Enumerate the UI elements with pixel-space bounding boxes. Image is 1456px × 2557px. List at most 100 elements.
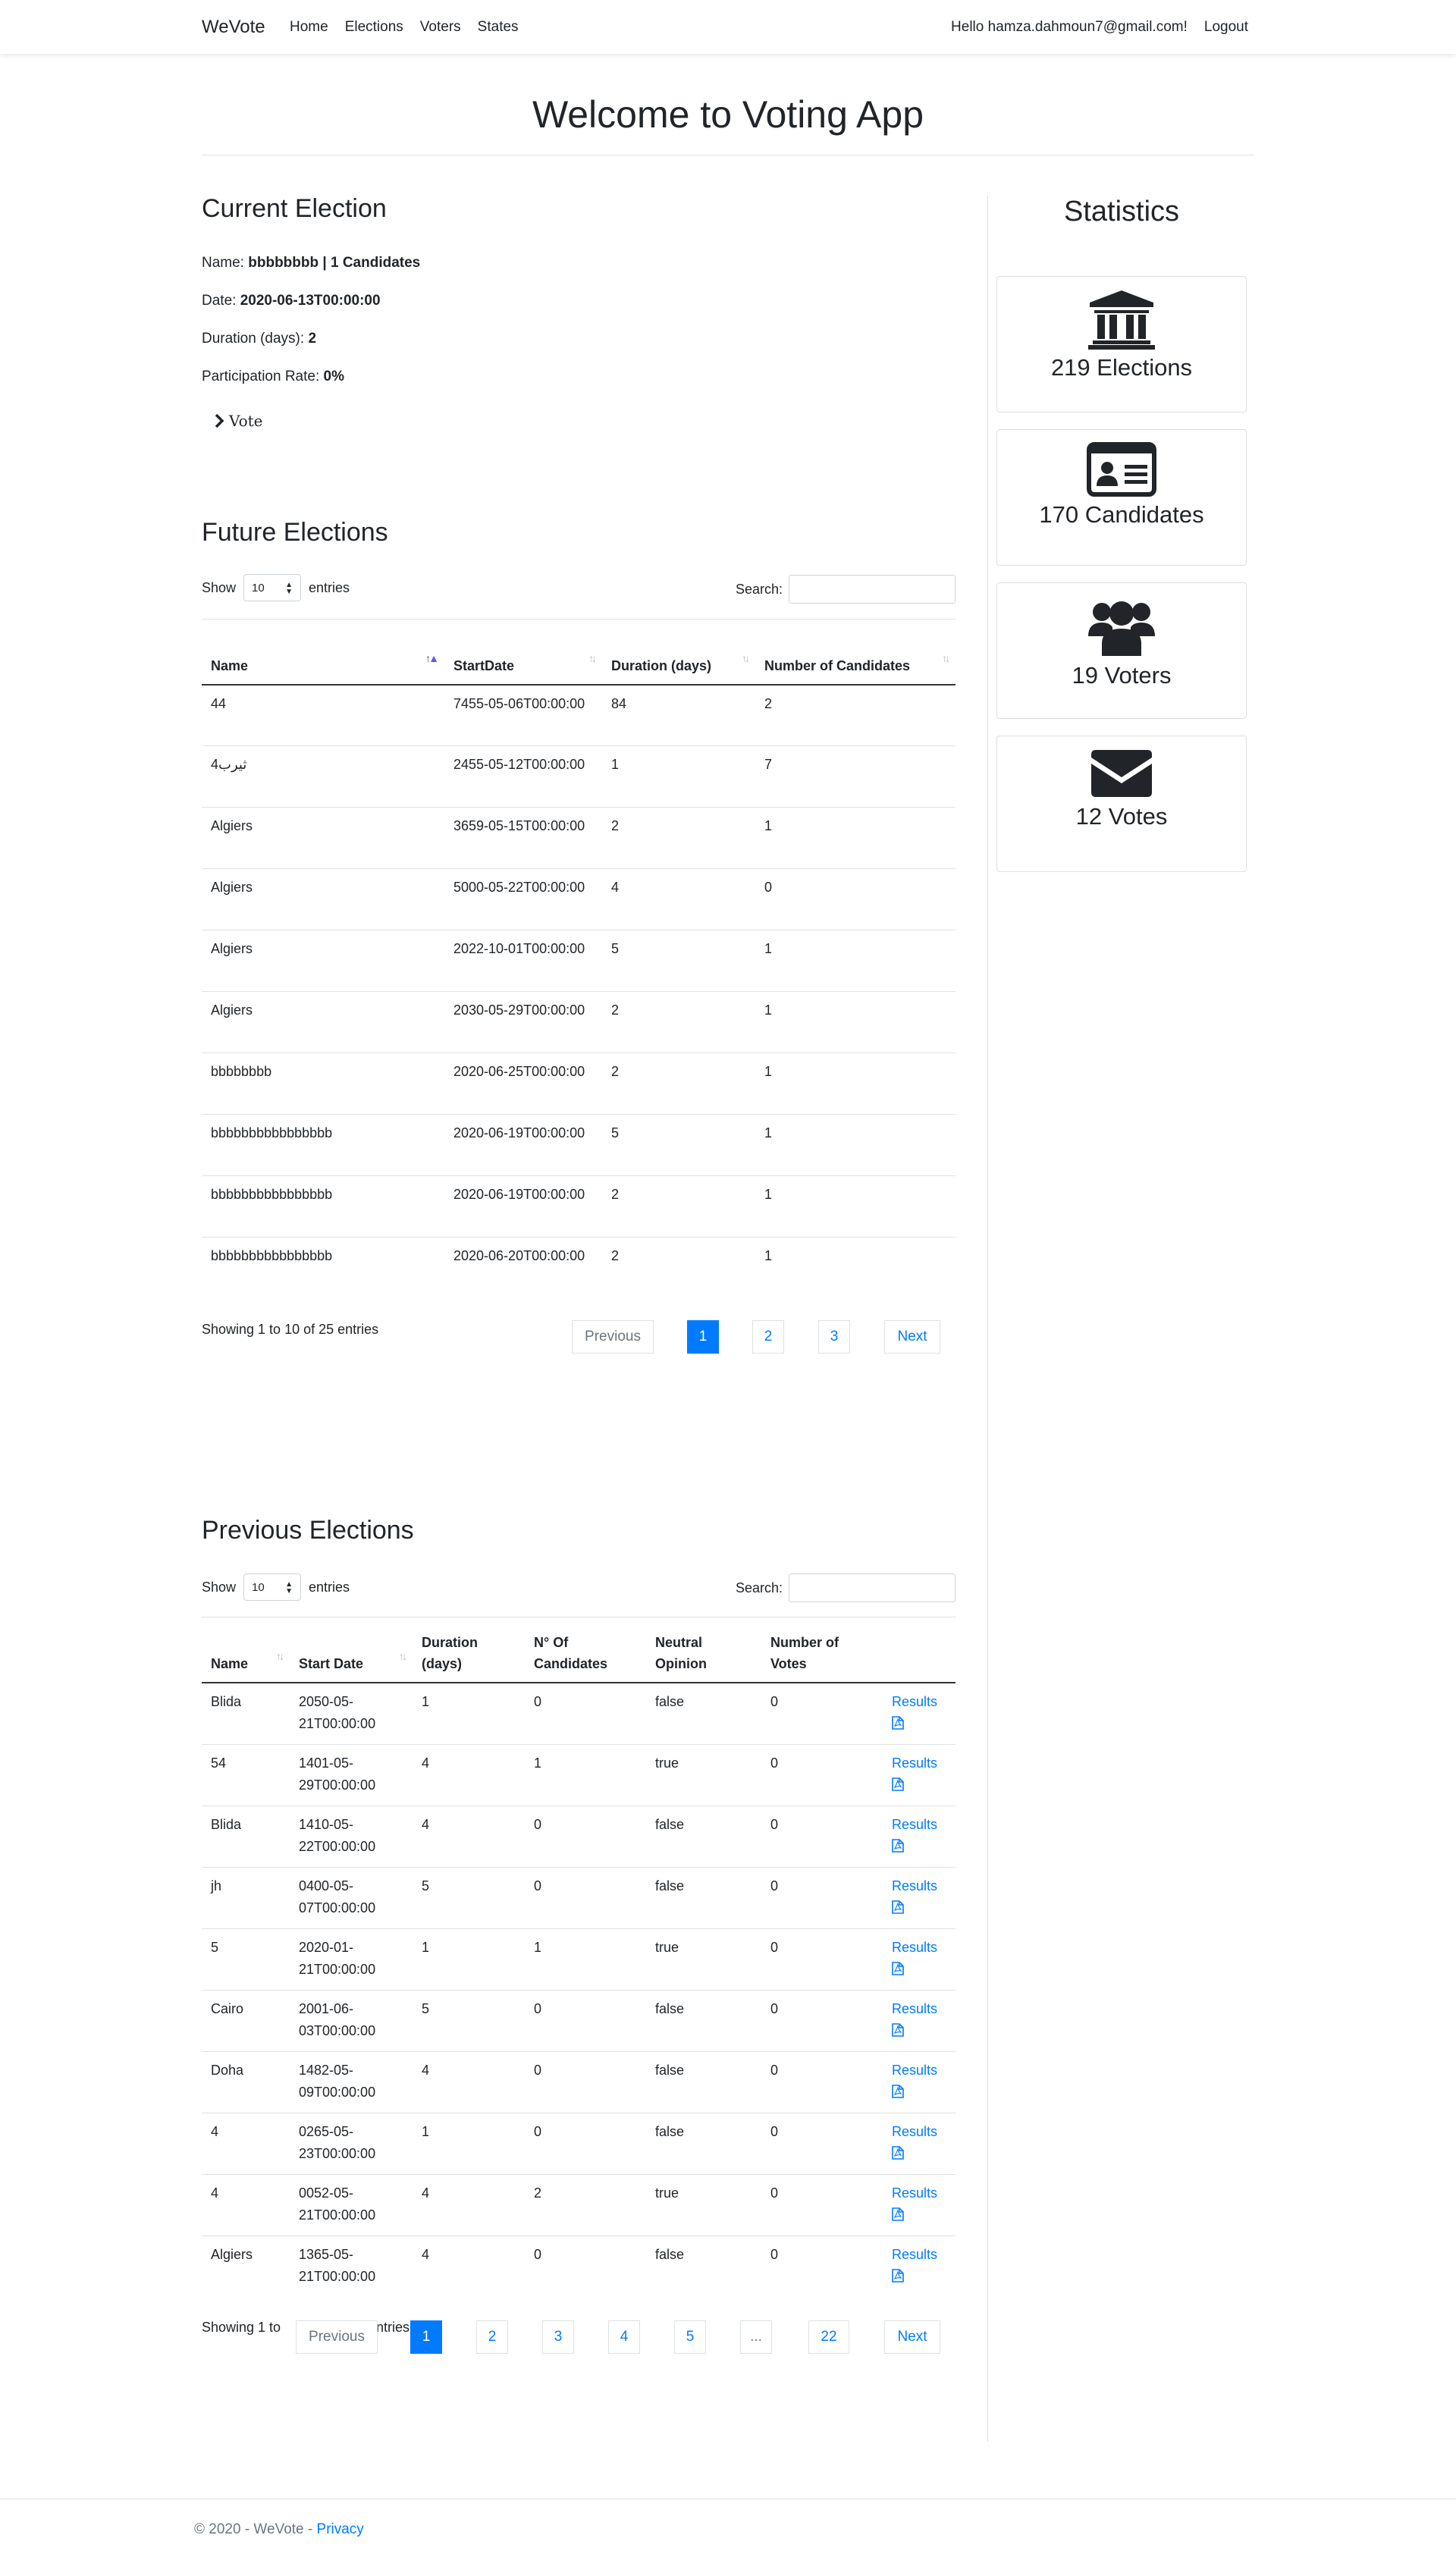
table-row: 5 2020-01-21T00:00:00 1 1 true 0 Results <box>202 1928 956 1990</box>
column-header: Number of Candidates <box>764 657 911 673</box>
pdf-icon[interactable] <box>892 1960 904 1982</box>
results-link[interactable]: Results <box>892 1878 937 1893</box>
previous-search-input[interactable] <box>789 1573 956 1602</box>
previous-elections-heading: Previous Elections <box>202 1516 414 1545</box>
results-link[interactable]: Results <box>892 1694 937 1709</box>
table-cell: Cairo <box>202 1989 290 2051</box>
table-cell: 0400-05-07T00:00:00 <box>290 1866 413 1928</box>
table-cell: 2001-06-03T00:00:00 <box>290 1989 413 2051</box>
sort-icon: ↑↓ <box>276 1649 284 1662</box>
future-col-startdate[interactable]: StartDate ↑↓ <box>444 619 602 686</box>
previous-page-22[interactable]: 22 <box>808 2320 849 2354</box>
table-cell: 0 <box>761 1805 883 1867</box>
pdf-icon[interactable] <box>892 2206 904 2228</box>
future-next-button[interactable]: Next <box>884 1320 940 1354</box>
table-cell: 0 <box>761 1743 883 1806</box>
table-cell: bbbbbbbbbbbbbbbb <box>202 1237 444 1299</box>
previous-prev-button[interactable]: Previous <box>296 2320 378 2354</box>
table-row: Algiers 2030-05-29T00:00:00 2 1 <box>202 991 956 1053</box>
future-col-name[interactable]: Name ↑▲ <box>202 619 444 686</box>
prev-col-name[interactable]: Name ↑↓ <box>202 1617 290 1683</box>
results-link[interactable]: Results <box>892 2247 937 2262</box>
table-cell: 5 <box>202 1928 290 1990</box>
future-page-3[interactable]: 3 <box>818 1320 850 1354</box>
table-cell: 4 <box>413 2173 525 2235</box>
table-cell: 1 <box>755 1114 956 1176</box>
footer: © 2020 - WeVote - Privacy <box>194 2521 364 2538</box>
vote-button[interactable]: Vote <box>214 412 263 430</box>
pdf-icon[interactable] <box>892 2144 904 2166</box>
results-link[interactable]: Results <box>892 2063 937 2078</box>
future-search-input[interactable] <box>789 575 956 604</box>
results-link[interactable]: Results <box>892 2001 937 2016</box>
results-link[interactable]: Results <box>892 1817 937 1832</box>
previous-page-1[interactable]: 1 <box>410 2320 442 2354</box>
table-cell: 2 <box>602 1237 755 1299</box>
table-cell: 4 <box>413 2235 525 2297</box>
column-header: StartDate <box>453 657 515 673</box>
pdf-icon[interactable] <box>892 1776 904 1798</box>
nav-elections[interactable]: Elections <box>345 19 403 36</box>
previous-next-button[interactable]: Next <box>884 2320 940 2354</box>
table-cell: 2020-06-19T00:00:00 <box>444 1175 602 1238</box>
future-page-1[interactable]: 1 <box>687 1320 719 1354</box>
table-cell: 84 <box>602 684 755 746</box>
table-cell: bbbbbbbbbbbbbbbb <box>202 1175 444 1238</box>
current-name-label: Name: <box>202 255 249 271</box>
future-elections-table: Name ↑▲ StartDate ↑↓ Duration (days) ↑↓ Num… <box>202 619 956 1299</box>
table-row: bbbbbbbbbbbbbbbb 2020-06-20T00:00:00 2 1 <box>202 1237 956 1299</box>
results-link[interactable]: Results <box>892 1940 937 1955</box>
future-prev-button[interactable]: Previous <box>572 1320 654 1354</box>
pdf-icon[interactable] <box>892 1715 904 1737</box>
table-row: 54 1401-05-29T00:00:00 4 1 true 0 Results <box>202 1743 956 1806</box>
future-page-2[interactable]: 2 <box>752 1320 784 1354</box>
results-cell: Results <box>883 1989 956 2051</box>
future-length-select[interactable]: 10 ▲ ▼ <box>243 574 302 601</box>
nav-states[interactable]: States <box>478 19 519 36</box>
future-col-candidates[interactable]: Number of Candidates ↑↓ <box>755 619 956 686</box>
table-cell: 0 <box>761 2235 883 2297</box>
table-cell: 7 <box>755 745 956 808</box>
envelope-icon <box>1091 750 1152 797</box>
table-cell: Doha <box>202 2050 290 2113</box>
table-cell: bbbbbbbb <box>202 1053 444 1115</box>
table-cell: 4ثيرب <box>202 745 444 808</box>
user-greeting[interactable]: Hello hamza.dahmoun7@gmail.com! <box>951 19 1188 36</box>
table-cell: 0 <box>525 2050 646 2113</box>
previous-page-4[interactable]: 4 <box>608 2320 640 2354</box>
previous-page-3[interactable]: 3 <box>542 2320 574 2354</box>
table-cell: 2022-10-01T00:00:00 <box>444 930 602 992</box>
nav-voters[interactable]: Voters <box>420 19 461 36</box>
current-duration: Duration (days): 2 <box>202 331 316 347</box>
pdf-icon[interactable] <box>892 1837 904 1859</box>
pdf-icon[interactable] <box>892 2083 904 2105</box>
results-link[interactable]: Results <box>892 2124 937 2139</box>
table-cell: 0 <box>525 1805 646 1867</box>
table-cell: 0 <box>761 1682 883 1744</box>
table-cell: 0 <box>525 2112 646 2174</box>
pdf-icon[interactable] <box>892 1899 904 1921</box>
results-cell: Results <box>883 2050 956 2113</box>
future-col-duration[interactable]: Duration (days) ↑↓ <box>602 619 755 686</box>
pdf-icon[interactable] <box>892 2022 904 2044</box>
previous-page-2[interactable]: 2 <box>476 2320 508 2354</box>
table-cell: 4 <box>202 2173 290 2235</box>
future-length-value: 10 <box>252 581 265 595</box>
table-cell: 0 <box>525 1989 646 2051</box>
table-cell: 3659-05-15T00:00:00 <box>444 807 602 869</box>
previous-page-5[interactable]: 5 <box>674 2320 706 2354</box>
previous-show-label: Show <box>202 1579 237 1595</box>
previous-length-select[interactable]: 10 ▲ ▼ <box>243 1573 302 1601</box>
results-link[interactable]: Results <box>892 2185 937 2201</box>
logout-button[interactable]: Logout <box>1204 19 1248 36</box>
prev-col-startdate[interactable]: Start Date ↑↓ <box>290 1617 413 1683</box>
brand-link[interactable]: WeVote <box>202 17 265 38</box>
table-cell: 2020-06-25T00:00:00 <box>444 1053 602 1115</box>
pdf-icon[interactable] <box>892 2267 904 2289</box>
nav-home[interactable]: Home <box>290 19 328 36</box>
navbar: WeVote Home Elections Voters States Hell… <box>0 0 1456 55</box>
previous-length-control: Show 10 ▲ ▼ entries <box>202 1573 350 1601</box>
results-link[interactable]: Results <box>892 1755 937 1771</box>
table-cell: 2455-05-12T00:00:00 <box>444 745 602 808</box>
privacy-link[interactable]: Privacy <box>317 2521 364 2537</box>
